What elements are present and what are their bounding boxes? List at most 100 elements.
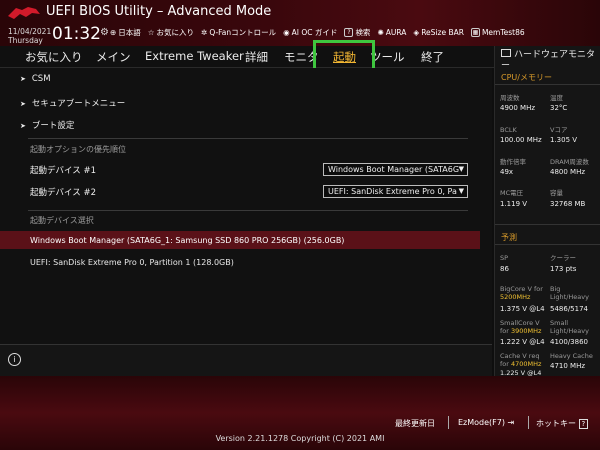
tab-advanced[interactable]: 詳細 xyxy=(245,49,268,65)
capacity-label: 容量 xyxy=(550,189,563,197)
header-bar: UEFI BIOS Utility – Advanced Mode 11/04/… xyxy=(0,0,600,46)
dropdown-arrow-icon: ▼ xyxy=(458,187,464,195)
ai-oc-button[interactable]: ◉ AI OC ガイド xyxy=(283,27,337,38)
hw-monitor-title-text: ハードウェアモニター xyxy=(501,50,596,71)
ai-oc-icon: ◉ xyxy=(283,28,290,37)
boot-device-2-select[interactable]: UEFI: SanDisk Extreme Pro 0, Pa ▼ xyxy=(323,185,468,198)
small-label: Small xyxy=(550,319,569,327)
tab-extreme-tweaker[interactable]: Extreme Tweaker xyxy=(145,49,244,63)
hardware-monitor-panel: ハードウェアモニター CPU/メモリー 周波数 温度 4900 MHz 32°C… xyxy=(494,46,600,377)
cache-for: for xyxy=(500,360,509,368)
small-light-heavy-label: Light/Heavy xyxy=(550,327,589,335)
search-button[interactable]: ? 検索 xyxy=(344,27,370,38)
cache-freq-line: for 4700MHz xyxy=(500,360,541,368)
app-title: UEFI BIOS Utility – Advanced Mode xyxy=(46,4,272,19)
ai-oc-label: AI OC ガイド xyxy=(291,28,338,37)
memtest-button[interactable]: ▦ MemTest86 xyxy=(470,27,525,38)
favorites-button[interactable]: ☆ お気に入り xyxy=(148,27,194,38)
help-icon: ? xyxy=(344,28,354,37)
day: Thursday xyxy=(8,36,43,45)
clock-settings-icon[interactable]: ⚙ xyxy=(100,27,109,38)
smallcore-value: 1.222 V @L4 xyxy=(500,338,545,346)
vcore-label: Vコア xyxy=(550,126,568,134)
mc-voltage-label: MC電圧 xyxy=(500,189,524,197)
divider xyxy=(495,244,600,245)
divider xyxy=(495,84,600,85)
bios-window: UEFI BIOS Utility – Advanced Mode 11/04/… xyxy=(0,0,600,450)
heavy-cache-label: Heavy Cache xyxy=(550,352,593,360)
boot-device-1-select[interactable]: Windows Boot Manager (SATA6G ▼ xyxy=(323,163,468,176)
date-display: 11/04/2021 Thursday xyxy=(8,27,51,45)
mc-voltage-value: 1.119 V xyxy=(500,200,528,208)
divider xyxy=(495,224,600,225)
secure-boot-label: セキュアブートメニュー xyxy=(31,99,126,109)
boot-override-item-2[interactable]: UEFI: SanDisk Extreme Pro 0, Partition 1… xyxy=(0,253,480,271)
ezmode-button[interactable]: EzMode(F7) ⇥ xyxy=(458,418,514,427)
footer-bar: 最終更新日 EzMode(F7) ⇥ ホットキー ? Version 2.21.… xyxy=(0,376,600,450)
star-icon: ☆ xyxy=(147,28,155,37)
tab-favorites[interactable]: お気に入り xyxy=(25,49,83,65)
tab-exit[interactable]: 終了 xyxy=(421,49,444,65)
big-light-heavy-label: Light/Heavy xyxy=(550,293,589,301)
toolbar: ⊕ 日本語 ☆ お気に入り ✲ Q-Fanコントロール ◉ AI OC ガイド ? 検索 … xyxy=(110,27,525,38)
info-icon: i xyxy=(8,353,21,366)
sp-label: SP xyxy=(500,254,509,262)
divider xyxy=(28,210,468,211)
csm-item[interactable]: ➤ CSM xyxy=(20,74,51,84)
ratio-value: 49x xyxy=(500,168,514,176)
hotkey-label: ホットキー xyxy=(536,419,576,428)
dram-label: DRAM周波数 xyxy=(550,158,589,166)
help-panel: i xyxy=(0,344,492,376)
boot-device-1-value: Windows Boot Manager (SATA6G xyxy=(328,165,460,174)
bigcore-label: BigCore V for xyxy=(500,285,543,293)
rog-logo-icon xyxy=(8,7,40,19)
bigcore-value: 1.375 V @L4 xyxy=(500,305,545,313)
cooler-value: 173 pts xyxy=(550,265,577,273)
globe-icon: ⊕ xyxy=(110,28,117,37)
ratio-label: 動作倍率 xyxy=(500,158,526,166)
priority-heading: 起動オプションの優先順位 xyxy=(30,145,126,154)
last-modified-button[interactable]: 最終更新日 xyxy=(395,418,435,429)
search-label: 検索 xyxy=(355,28,371,37)
bigcore-freq: 5200MHz xyxy=(500,293,531,301)
hotkey-button[interactable]: ホットキー ? xyxy=(536,418,589,429)
tab-tool[interactable]: ツール xyxy=(370,49,405,65)
secure-boot-item[interactable]: ➤ セキュアブートメニュー xyxy=(20,97,125,109)
tab-main[interactable]: メイン xyxy=(96,49,131,65)
language-label: 日本語 xyxy=(118,28,141,37)
smallcore-freq: 3900MHz xyxy=(511,327,542,335)
aura-button[interactable]: ✺ AURA xyxy=(377,27,406,38)
cpu-memory-heading: CPU/メモリー xyxy=(501,73,552,82)
boot-device-2-label: 起動デバイス #2 xyxy=(30,188,96,198)
hw-monitor-title: ハードウェアモニター xyxy=(501,49,599,72)
date: 11/04/2021 xyxy=(8,27,52,36)
help-icon: ? xyxy=(578,419,589,429)
clock: 01:32 xyxy=(52,24,101,44)
favorites-label: お気に入り xyxy=(156,28,195,37)
freq-label: 周波数 xyxy=(500,94,520,102)
prediction-heading: 予測 xyxy=(501,233,517,242)
bclk-label: BCLK xyxy=(500,126,517,134)
resize-bar-button[interactable]: ◈ ReSize BAR xyxy=(413,27,464,38)
resize-bar-label: ReSize BAR xyxy=(421,28,464,37)
cooler-label: クーラー xyxy=(550,254,576,262)
temp-label: 温度 xyxy=(550,94,563,102)
cache-label: Cache V req xyxy=(500,352,540,360)
freq-value: 4900 MHz xyxy=(500,104,536,112)
resize-bar-icon: ◈ xyxy=(413,28,420,37)
expand-arrow-icon: ➤ xyxy=(20,75,26,83)
boot-device-1-label: 起動デバイス #1 xyxy=(30,166,96,176)
qfan-button[interactable]: ✲ Q-Fanコントロール xyxy=(201,27,276,38)
memtest-icon: ▦ xyxy=(470,28,480,37)
capacity-value: 32768 MB xyxy=(550,200,586,208)
exit-arrow-icon: ⇥ xyxy=(507,418,515,427)
expand-arrow-icon: ➤ xyxy=(20,100,26,108)
monitor-icon xyxy=(501,49,511,57)
override-heading: 起動デバイス選択 xyxy=(30,216,94,225)
boot-override-item-1[interactable]: Windows Boot Manager (SATA6G_1: Samsung … xyxy=(0,231,480,249)
boot-config-item[interactable]: ➤ ブート設定 xyxy=(20,119,74,131)
boot-config-label: ブート設定 xyxy=(31,121,75,131)
expand-arrow-icon: ➤ xyxy=(20,122,26,130)
language-button[interactable]: ⊕ 日本語 xyxy=(110,27,141,38)
sp-value: 86 xyxy=(500,265,509,273)
